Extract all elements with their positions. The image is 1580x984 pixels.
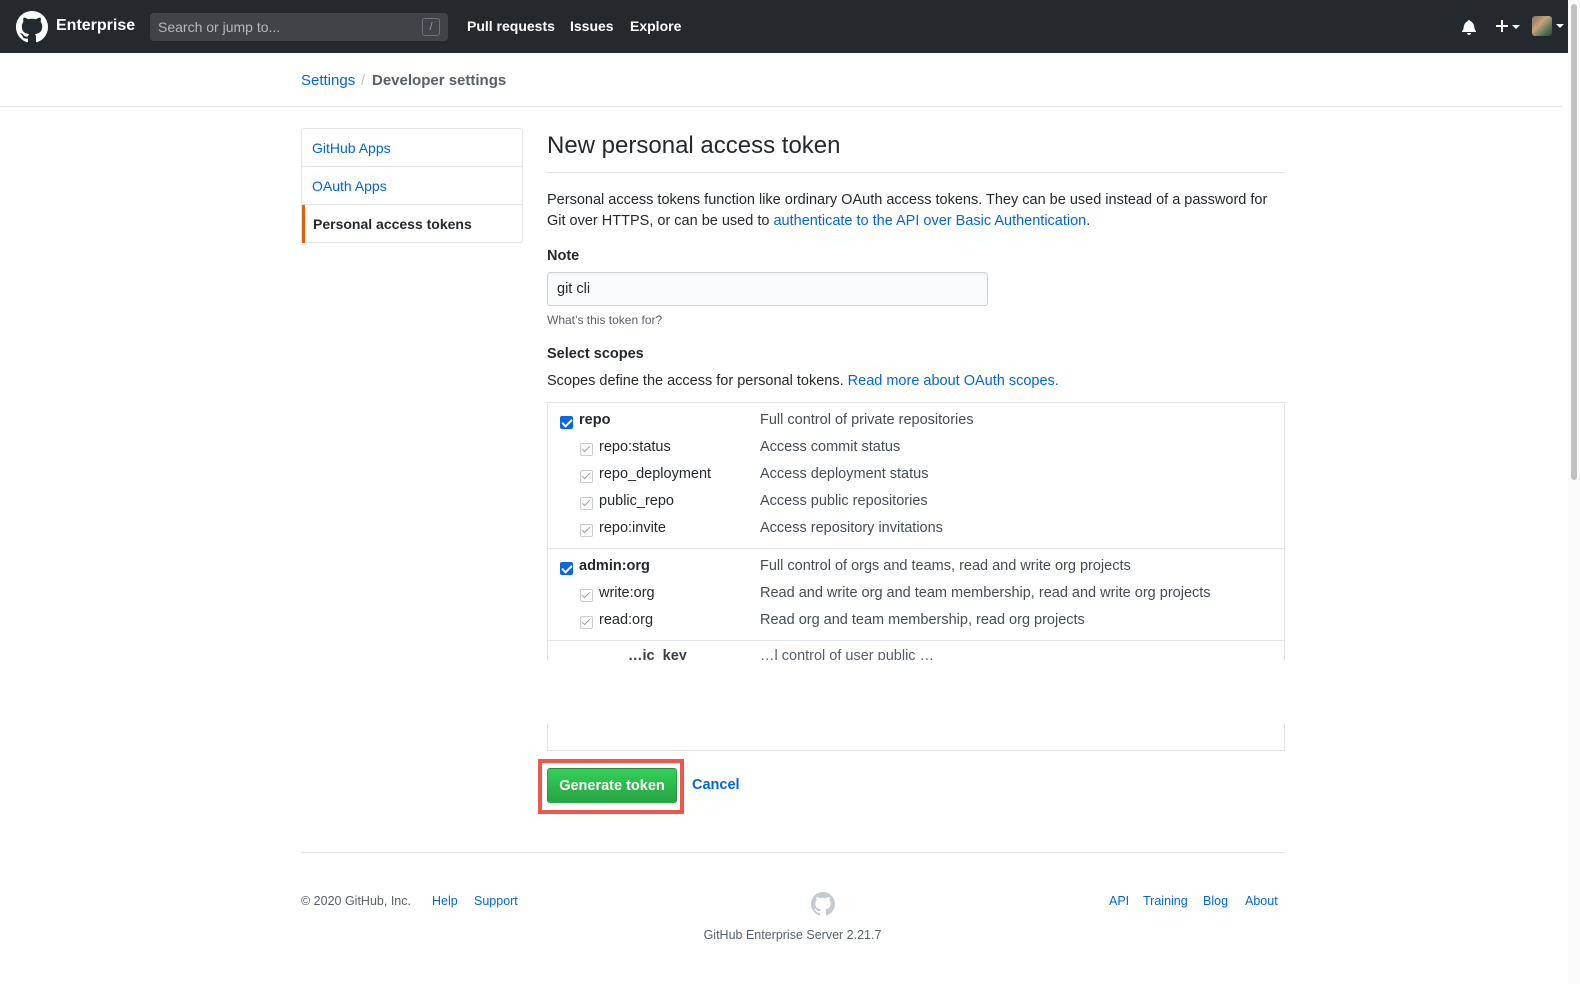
chevron-down-icon xyxy=(1512,25,1520,29)
footer-link-about[interactable]: About xyxy=(1245,894,1278,908)
scope-group-divider xyxy=(548,548,1284,549)
scope-name-repo-invite: repo:invite xyxy=(599,520,666,536)
sidebar-item-oauth-apps[interactable]: OAuth Apps xyxy=(302,167,522,205)
footer-copyright: © 2020 GitHub, Inc. xyxy=(301,894,411,908)
scope-checkbox-repo[interactable] xyxy=(560,416,573,429)
note-input[interactable] xyxy=(547,272,988,306)
user-menu[interactable] xyxy=(1532,15,1568,37)
scopes-list: repo Full control of private repositorie… xyxy=(547,402,1285,660)
scope-name-read-org: read:org xyxy=(599,612,654,628)
page-scrollbar[interactable] xyxy=(1568,0,1580,984)
scope-checkbox-read-org[interactable] xyxy=(580,616,593,629)
scope-name-repo-deployment: repo_deployment xyxy=(599,466,712,482)
header-bar: Enterprise / Pull requests Issues Explor… xyxy=(0,0,1580,53)
scope-checkbox-repo-deployment[interactable] xyxy=(580,470,593,483)
scope-checkbox-public-repo[interactable] xyxy=(580,497,593,510)
search-input[interactable] xyxy=(150,13,448,41)
search-box[interactable]: / xyxy=(150,13,448,41)
search-shortcut-key: / xyxy=(422,18,440,36)
nav-explore[interactable]: Explore xyxy=(630,18,681,34)
basic-auth-link[interactable]: authenticate to the API over Basic Authe… xyxy=(773,213,1086,229)
footer-link-training[interactable]: Training xyxy=(1143,894,1188,908)
nav-issues[interactable]: Issues xyxy=(570,18,614,34)
scope-desc-admin-org: Full control of orgs and teams, read and… xyxy=(760,558,1131,574)
footer-link-blog[interactable]: Blog xyxy=(1203,894,1228,908)
scope-row-partial: …ic_key …l control of user public … xyxy=(548,648,1284,660)
create-new-menu[interactable] xyxy=(1494,16,1522,36)
scope-name-public-repo: public_repo xyxy=(599,493,674,509)
breadcrumb-separator: / xyxy=(361,72,366,89)
scope-checkbox-repo-invite[interactable] xyxy=(580,524,593,537)
scope-name-repo-status: repo:status xyxy=(599,439,671,455)
breadcrumb: Settings / Developer settings xyxy=(0,53,1562,107)
scopes-label: Select scopes xyxy=(547,346,644,362)
scrollbar-thumb[interactable] xyxy=(1571,4,1577,480)
bell-icon[interactable] xyxy=(1461,19,1477,35)
footer-divider xyxy=(301,852,1284,853)
sidebar-item-github-apps[interactable]: GitHub Apps xyxy=(302,129,522,167)
scope-desc-public-repo: Access public repositories xyxy=(760,493,928,509)
scope-desc-partial: …l control of user public … xyxy=(760,648,935,660)
oauth-scopes-link[interactable]: Read more about OAuth scopes. xyxy=(848,373,1059,389)
scope-desc-write-org: Read and write org and team membership, … xyxy=(760,585,1211,601)
plus-icon xyxy=(1496,20,1508,32)
footer-link-api[interactable]: API xyxy=(1109,894,1129,908)
generate-token-button[interactable]: Generate token xyxy=(547,768,677,803)
nav-pull-requests[interactable]: Pull requests xyxy=(467,18,555,34)
scope-checkbox-admin-org[interactable] xyxy=(560,562,573,575)
sidebar-item-personal-access-tokens[interactable]: Personal access tokens xyxy=(302,205,522,243)
developer-settings-menu: GitHub Apps OAuth Apps Personal access t… xyxy=(301,128,523,243)
breadcrumb-settings-link[interactable]: Settings xyxy=(301,72,355,89)
scope-name-admin-org: admin:org xyxy=(579,558,650,574)
intro-end: . xyxy=(1086,213,1091,229)
scopes-desc-text: Scopes define the access for personal to… xyxy=(547,373,848,389)
scope-name-repo: repo xyxy=(579,412,611,428)
note-label: Note xyxy=(547,248,580,264)
scope-desc-read-org: Read org and team membership, read org p… xyxy=(760,612,1085,628)
footer-version: GitHub Enterprise Server 2.21.7 xyxy=(703,928,882,942)
scope-desc-repo: Full control of private repositories xyxy=(760,412,974,428)
cancel-link[interactable]: Cancel xyxy=(692,777,740,793)
scopes-list-bottom xyxy=(547,724,1285,751)
footer-link-help[interactable]: Help xyxy=(432,894,458,908)
avatar xyxy=(1532,16,1552,36)
github-mark-icon[interactable] xyxy=(811,892,835,916)
scope-desc-repo-deployment: Access deployment status xyxy=(760,466,929,482)
scope-checkbox-write-org[interactable] xyxy=(580,589,593,602)
scope-desc-repo-invite: Access repository invitations xyxy=(760,520,943,536)
scope-name-partial: …ic_key xyxy=(628,648,687,660)
github-logo-icon[interactable] xyxy=(16,11,48,43)
intro-paragraph: Personal access tokens function like ord… xyxy=(547,190,1287,232)
footer-link-support[interactable]: Support xyxy=(474,894,518,908)
scope-checkbox-repo-status[interactable] xyxy=(580,443,593,456)
scope-name-write-org: write:org xyxy=(599,585,655,601)
brand-name[interactable]: Enterprise xyxy=(56,17,135,35)
chevron-down-icon xyxy=(1556,24,1564,28)
title-divider xyxy=(547,172,1284,173)
scope-desc-repo-status: Access commit status xyxy=(760,439,901,455)
scopes-description: Scopes define the access for personal to… xyxy=(547,373,1059,389)
scope-group-divider xyxy=(548,640,1284,641)
page-title: New personal access token xyxy=(547,132,841,159)
note-help-text: What’s this token for? xyxy=(547,313,663,327)
breadcrumb-current: Developer settings xyxy=(372,72,507,89)
